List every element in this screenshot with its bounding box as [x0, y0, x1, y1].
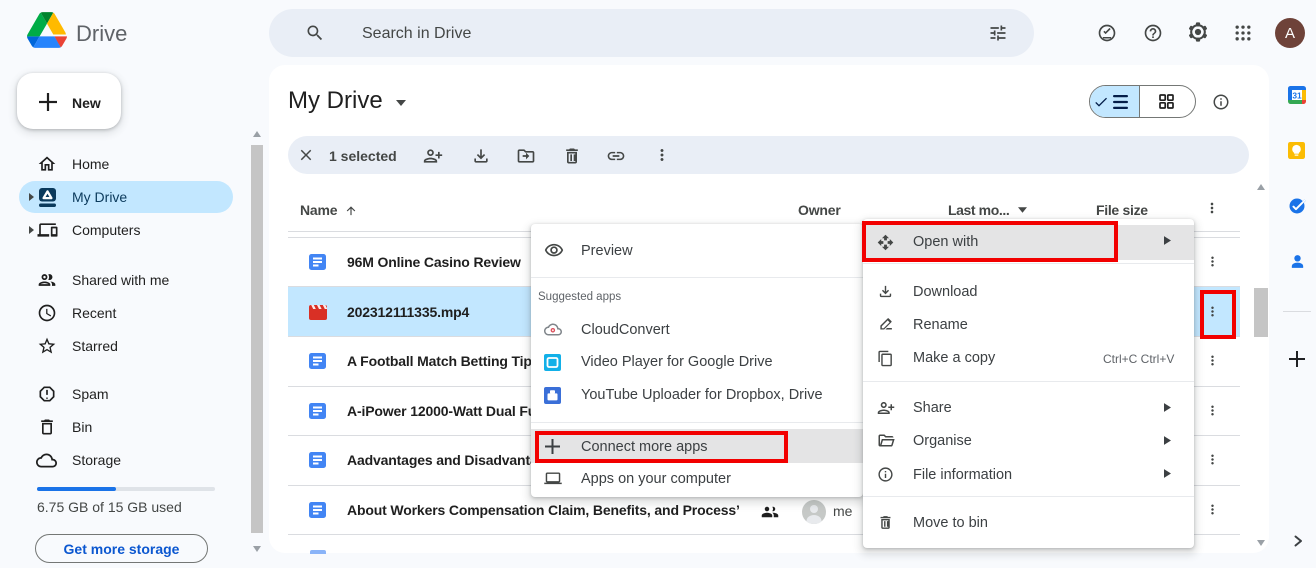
- svg-text:31: 31: [1292, 90, 1302, 100]
